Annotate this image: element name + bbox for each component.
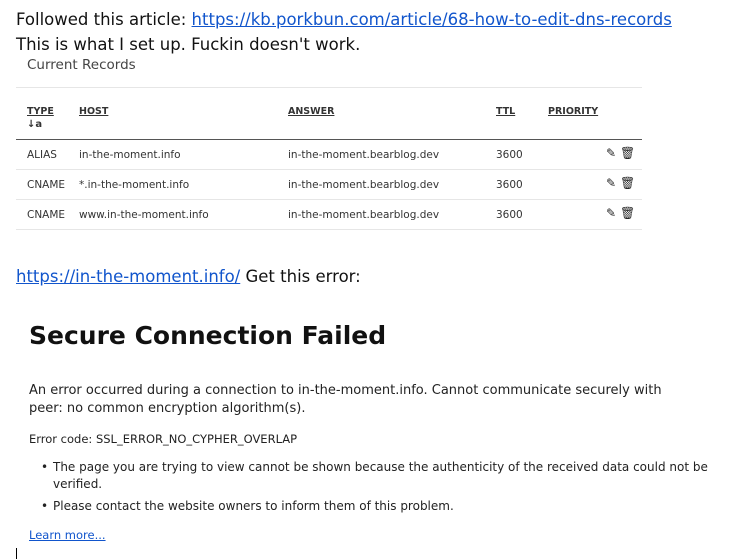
record-type: CNAME bbox=[27, 209, 66, 221]
intro-line-1: Followed this article: https://kb.porkbu… bbox=[16, 10, 672, 29]
row-divider bbox=[16, 229, 642, 230]
error-title: Secure Connection Failed bbox=[29, 321, 387, 350]
record-host: www.in-the-moment.info bbox=[79, 209, 209, 221]
trash-icon[interactable]: 🗑 bbox=[620, 206, 635, 220]
error-message-line-2: peer: no common encryption algorithm(s). bbox=[29, 401, 306, 416]
row-divider bbox=[16, 199, 642, 200]
site-link[interactable]: https://in-the-moment.info/ bbox=[16, 267, 240, 286]
intro-prefix: Followed this article: bbox=[16, 10, 187, 29]
list-item: The page you are trying to view cannot b… bbox=[53, 460, 708, 474]
pencil-icon[interactable]: ✎ bbox=[606, 146, 616, 160]
column-header-answer[interactable]: ANSWER bbox=[288, 106, 334, 117]
record-ttl: 3600 bbox=[496, 209, 523, 221]
record-type: ALIAS bbox=[27, 149, 57, 161]
intro-line-2: This is what I set up. Fuckin doesn't wo… bbox=[16, 35, 361, 54]
bullet-icon: • bbox=[41, 499, 49, 513]
records-top-rule bbox=[16, 87, 642, 88]
learn-more-link[interactable]: Learn more... bbox=[29, 528, 106, 542]
record-ttl: 3600 bbox=[496, 149, 523, 161]
sort-icon[interactable]: ↓a bbox=[27, 119, 42, 130]
trash-icon[interactable]: 🗑 bbox=[620, 176, 635, 190]
column-header-priority[interactable]: PRIORITY bbox=[548, 106, 598, 117]
article-link[interactable]: https://kb.porkbun.com/article/68-how-to… bbox=[192, 10, 672, 29]
list-item: Please contact the website owners to inf… bbox=[53, 499, 454, 513]
pencil-icon[interactable]: ✎ bbox=[606, 176, 616, 190]
record-ttl: 3600 bbox=[496, 179, 523, 191]
record-host: in-the-moment.info bbox=[79, 149, 181, 161]
row-divider bbox=[16, 169, 642, 170]
record-answer: in-the-moment.bearblog.dev bbox=[288, 209, 440, 221]
record-answer: in-the-moment.bearblog.dev bbox=[288, 149, 440, 161]
column-header-ttl[interactable]: TTL bbox=[496, 106, 515, 117]
list-item-continuation: verified. bbox=[53, 477, 103, 491]
record-type: CNAME bbox=[27, 179, 66, 191]
header-rule bbox=[16, 139, 642, 140]
text-cursor bbox=[16, 548, 17, 559]
records-title: Current Records bbox=[27, 57, 136, 73]
site-line: https://in-the-moment.info/ Get this err… bbox=[16, 267, 361, 286]
site-suffix: Get this error: bbox=[240, 267, 361, 286]
trash-icon[interactable]: 🗑 bbox=[620, 146, 635, 160]
bullet-icon: • bbox=[41, 460, 49, 474]
record-host: *.in-the-moment.info bbox=[79, 179, 190, 191]
error-code: Error code: SSL_ERROR_NO_CYPHER_OVERLAP bbox=[29, 432, 298, 446]
error-message-line-1: An error occurred during a connection to… bbox=[29, 383, 662, 398]
record-answer: in-the-moment.bearblog.dev bbox=[288, 179, 440, 191]
column-header-host[interactable]: HOST bbox=[79, 106, 108, 117]
column-header-type[interactable]: TYPE bbox=[27, 106, 54, 117]
pencil-icon[interactable]: ✎ bbox=[606, 206, 616, 220]
